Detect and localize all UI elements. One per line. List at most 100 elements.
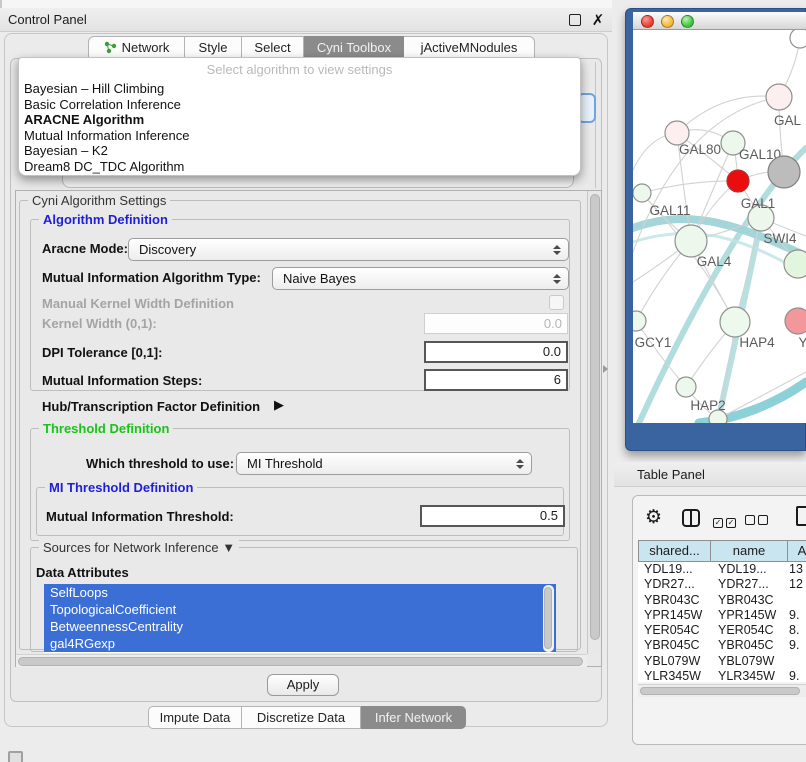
list-item[interactable]: gal4RGexp [44, 635, 556, 652]
which-threshold-combo[interactable]: MI Threshold [236, 452, 532, 475]
network-window-titlebar[interactable] [633, 12, 806, 30]
network-node[interactable] [784, 250, 806, 278]
close-panel-icon[interactable]: ✗ [589, 8, 607, 32]
vertical-scrollbar-thumb[interactable] [590, 194, 600, 640]
columns-icon[interactable] [682, 509, 700, 527]
group-title: Threshold Definition [39, 421, 173, 436]
network-node[interactable] [790, 30, 806, 48]
list-item[interactable]: SelfLoops [44, 584, 556, 601]
dropdown-item[interactable]: Basic Correlation Inference [19, 97, 580, 113]
tab-label: Infer Network [375, 710, 452, 725]
tab-impute-data[interactable]: Impute Data [148, 706, 242, 729]
group-title: Sources for Network Inference ▼ [39, 540, 239, 555]
aracne-mode-combo[interactable]: Discovery [128, 238, 569, 261]
column-header[interactable]: A [787, 540, 806, 562]
gear-icon[interactable]: ⚙ [645, 506, 662, 529]
field-value: 0.5 [540, 508, 558, 523]
table-row[interactable]: YLR345WYLR345W9. [638, 669, 806, 682]
table-row[interactable]: YDL19...YDL19...13 [638, 562, 806, 577]
table-row[interactable]: YER054CYER054C8. [638, 623, 806, 638]
docked-panel-icon[interactable] [8, 751, 23, 762]
collapse-arrow-icon[interactable]: ▼ [222, 540, 235, 555]
network-node[interactable] [675, 225, 707, 257]
horizontal-scrollbar[interactable] [16, 654, 587, 667]
horizontal-scrollbar-thumb[interactable] [18, 657, 583, 666]
network-canvas[interactable]: GALGAL80GAL10GAL1GAL11SWI4GAL4GCY1HAP4YH… [633, 30, 806, 423]
mi-type-combo[interactable]: Naive Bayes [272, 267, 569, 290]
node-label: SWI4 [763, 231, 796, 246]
list-item[interactable]: TopologicalCoefficient [44, 601, 556, 618]
tab-cyni-toolbox[interactable]: Cyni Toolbox [304, 36, 404, 59]
table-scrollbar-thumb[interactable] [640, 687, 800, 695]
network-node[interactable] [633, 184, 651, 202]
control-panel-titlebar: Control Panel [0, 8, 612, 32]
network-edge[interactable] [642, 181, 738, 193]
list-scrollbar[interactable] [543, 585, 554, 652]
dpi-tolerance-field[interactable]: 0.0 [424, 341, 568, 363]
file-icon[interactable] [796, 506, 806, 526]
dropdown-item-selected[interactable]: ARACNE Algorithm [19, 112, 580, 128]
network-node[interactable] [768, 156, 800, 188]
manual-kernel-checkbox[interactable] [549, 295, 564, 310]
field-value: 6 [554, 372, 561, 387]
mi-steps-field[interactable]: 6 [424, 369, 568, 391]
minimize-window-icon[interactable] [661, 15, 674, 28]
table-row[interactable]: YBR043CYBR043C [638, 593, 806, 608]
network-edge[interactable] [677, 96, 779, 133]
network-node[interactable] [709, 410, 727, 423]
table-row[interactable]: YBL079WYBL079W [638, 654, 806, 669]
dropdown-item[interactable]: Mutual Information Inference [19, 128, 580, 144]
panel-divider-grip[interactable] [603, 365, 608, 373]
table-row[interactable]: YBR045CYBR045C9. [638, 638, 806, 653]
tab-style[interactable]: Style [185, 36, 242, 59]
expand-arrow-icon[interactable]: ▶ [274, 397, 284, 413]
list-item[interactable]: BetweennessCentrality [44, 618, 556, 635]
network-edge[interactable] [639, 148, 806, 423]
network-node[interactable] [727, 170, 749, 192]
column-header[interactable]: shared... [638, 540, 710, 562]
table-rows: YDL19...YDL19...13 YDR27...YDR27...12 YB… [638, 562, 806, 682]
table-horizontal-scrollbar[interactable] [638, 684, 806, 697]
dpi-tolerance-label: DPI Tolerance [0,1]: [42, 345, 162, 360]
tab-label: Style [199, 40, 228, 55]
network-node[interactable] [676, 377, 696, 397]
dropdown-item[interactable]: Dream8 DC_TDC Algorithm [19, 159, 580, 175]
float-panel-icon[interactable] [569, 14, 581, 26]
table-row[interactable]: YPR145WYPR145W9. [638, 608, 806, 623]
apply-button[interactable]: Apply [267, 674, 339, 696]
tab-discretize-data[interactable]: Discretize Data [242, 706, 361, 729]
mi-threshold-field[interactable]: 0.5 [420, 505, 565, 527]
dropdown-item[interactable]: Bayesian – Hill Climbing [19, 81, 580, 97]
tab-network[interactable]: Network [88, 36, 185, 59]
table-row[interactable]: YDR27...YDR27...12 [638, 577, 806, 592]
stepper-icon [553, 245, 562, 255]
zoom-window-icon[interactable] [681, 15, 694, 28]
tab-label: Discretize Data [257, 710, 345, 725]
network-node[interactable] [766, 84, 792, 110]
algorithm-dropdown: Select algorithm to view settings Bayesi… [18, 57, 581, 176]
kernel-width-field[interactable]: 0.0 [424, 313, 568, 334]
node-label: GAL11 [649, 203, 690, 218]
field-value: 0.0 [544, 316, 562, 331]
group-title: MI Threshold Definition [45, 480, 197, 495]
close-window-icon[interactable] [641, 15, 654, 28]
dropdown-item[interactable]: Bayesian – K2 [19, 143, 580, 159]
stepper-icon [553, 274, 562, 284]
tab-label: Cyni Toolbox [317, 40, 391, 55]
column-header[interactable]: name [710, 540, 787, 562]
network-node[interactable] [633, 311, 646, 331]
network-node[interactable] [720, 307, 750, 337]
network-node[interactable] [785, 308, 806, 334]
tab-select[interactable]: Select [242, 36, 304, 59]
which-threshold-label: Which threshold to use: [86, 456, 234, 471]
node-label: GCY1 [635, 335, 672, 350]
vertical-scrollbar[interactable] [587, 191, 601, 654]
data-attributes-list[interactable]: SelfLoops TopologicalCoefficient Between… [44, 584, 556, 653]
select-all-columns-icon[interactable]: ✓✓ [713, 513, 736, 528]
stepper-icon [516, 459, 525, 469]
list-scrollbar-thumb[interactable] [544, 587, 552, 649]
deselect-all-columns-icon[interactable] [745, 513, 768, 528]
table-header: shared... name A [638, 540, 806, 562]
tab-jactivemnodules[interactable]: jActiveMNodules [404, 36, 535, 59]
tab-infer-network[interactable]: Infer Network [361, 706, 466, 729]
